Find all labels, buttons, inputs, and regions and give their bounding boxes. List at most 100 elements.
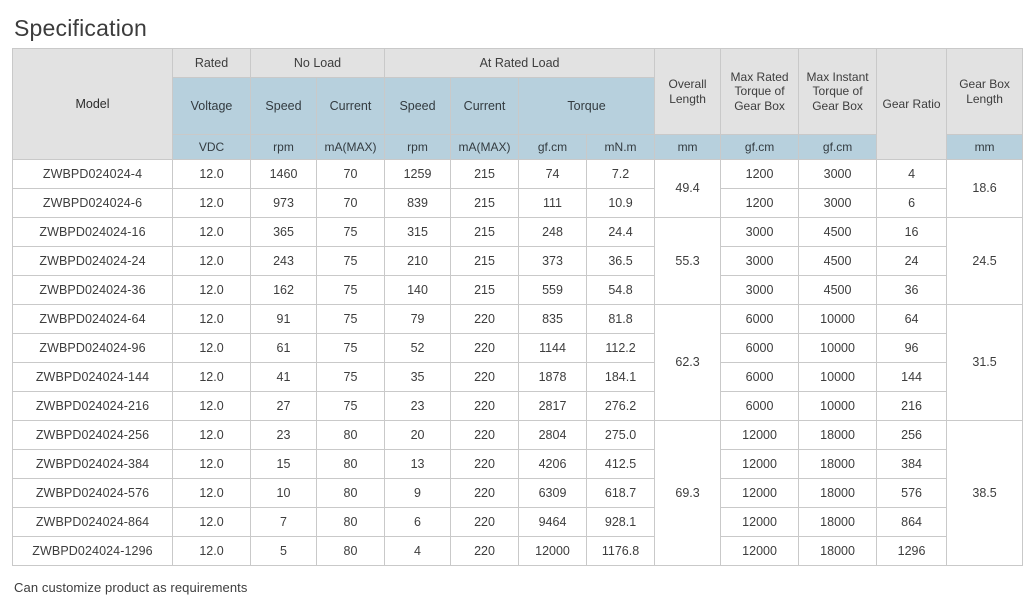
cell-rated-current: 215 (451, 218, 519, 247)
cell-no-load-current: 70 (317, 189, 385, 218)
cell-voltage: 12.0 (173, 334, 251, 363)
cell-max-instant-torque: 4500 (799, 276, 877, 305)
subheader-no-load-current: Current (317, 78, 385, 135)
cell-rated-speed: 20 (385, 421, 451, 450)
cell-voltage: 12.0 (173, 218, 251, 247)
cell-voltage: 12.0 (173, 160, 251, 189)
cell-rated-current: 215 (451, 160, 519, 189)
cell-model: ZWBPD024024-144 (13, 363, 173, 392)
cell-no-load-speed: 27 (251, 392, 317, 421)
cell-torque-gf: 1144 (519, 334, 587, 363)
cell-model: ZWBPD024024-864 (13, 508, 173, 537)
cell-gear-ratio: 864 (877, 508, 947, 537)
cell-no-load-current: 75 (317, 363, 385, 392)
cell-rated-speed: 4 (385, 537, 451, 566)
cell-overall-length: 69.3 (655, 421, 721, 566)
cell-rated-speed: 9 (385, 479, 451, 508)
cell-gear-ratio: 4 (877, 160, 947, 189)
cell-max-instant-torque: 18000 (799, 537, 877, 566)
unit-rated-speed: rpm (385, 135, 451, 160)
unit-overall-length: mm (655, 135, 721, 160)
cell-no-load-current: 80 (317, 479, 385, 508)
cell-model: ZWBPD024024-16 (13, 218, 173, 247)
cell-no-load-speed: 973 (251, 189, 317, 218)
table-row: ZWBPD024024-129612.05804220120001176.812… (13, 537, 1023, 566)
cell-torque-gf: 373 (519, 247, 587, 276)
cell-rated-current: 220 (451, 421, 519, 450)
cell-no-load-current: 80 (317, 537, 385, 566)
unit-no-load-current: mA(MAX) (317, 135, 385, 160)
cell-rated-current: 215 (451, 276, 519, 305)
cell-max-rated-torque: 1200 (721, 160, 799, 189)
unit-max-instant-torque: gf.cm (799, 135, 877, 160)
cell-max-rated-torque: 1200 (721, 189, 799, 218)
cell-torque-gf: 2804 (519, 421, 587, 450)
cell-gear-ratio: 64 (877, 305, 947, 334)
cell-no-load-current: 75 (317, 334, 385, 363)
cell-voltage: 12.0 (173, 276, 251, 305)
subheader-rated-current: Current (451, 78, 519, 135)
cell-torque-mn: 112.2 (587, 334, 655, 363)
subheader-rated-speed: Speed (385, 78, 451, 135)
table-row: ZWBPD024024-38412.01580132204206412.5120… (13, 450, 1023, 479)
cell-no-load-current: 80 (317, 450, 385, 479)
table-row: ZWBPD024024-612.09737083921511110.912003… (13, 189, 1023, 218)
cell-overall-length: 55.3 (655, 218, 721, 305)
header-gear-box-length: Gear Box Length (947, 49, 1023, 135)
table-row: ZWBPD024024-86412.078062209464928.112000… (13, 508, 1023, 537)
cell-max-rated-torque: 6000 (721, 392, 799, 421)
cell-rated-current: 215 (451, 189, 519, 218)
cell-torque-gf: 835 (519, 305, 587, 334)
subheader-torque: Torque (519, 78, 655, 135)
cell-no-load-current: 75 (317, 305, 385, 334)
cell-voltage: 12.0 (173, 508, 251, 537)
cell-torque-gf: 559 (519, 276, 587, 305)
cell-torque-mn: 184.1 (587, 363, 655, 392)
cell-max-rated-torque: 6000 (721, 305, 799, 334)
cell-no-load-speed: 23 (251, 421, 317, 450)
cell-max-instant-torque: 18000 (799, 479, 877, 508)
cell-gear-ratio: 24 (877, 247, 947, 276)
cell-max-rated-torque: 6000 (721, 334, 799, 363)
cell-rated-speed: 315 (385, 218, 451, 247)
cell-torque-mn: 10.9 (587, 189, 655, 218)
cell-rated-speed: 79 (385, 305, 451, 334)
cell-voltage: 12.0 (173, 363, 251, 392)
cell-gear-ratio: 216 (877, 392, 947, 421)
cell-model: ZWBPD024024-4 (13, 160, 173, 189)
cell-rated-speed: 35 (385, 363, 451, 392)
cell-max-rated-torque: 12000 (721, 479, 799, 508)
cell-no-load-current: 75 (317, 218, 385, 247)
cell-gear-box-length: 38.5 (947, 421, 1023, 566)
cell-no-load-current: 75 (317, 392, 385, 421)
cell-gear-ratio: 384 (877, 450, 947, 479)
specification-table: Model Rated No Load At Rated Load Overal… (12, 48, 1023, 566)
table-row: ZWBPD024024-2412.02437521021537336.53000… (13, 247, 1023, 276)
cell-max-rated-torque: 3000 (721, 276, 799, 305)
table-row: ZWBPD024024-14412.04175352201878184.1600… (13, 363, 1023, 392)
cell-torque-gf: 74 (519, 160, 587, 189)
cell-no-load-speed: 7 (251, 508, 317, 537)
cell-model: ZWBPD024024-36 (13, 276, 173, 305)
cell-model: ZWBPD024024-384 (13, 450, 173, 479)
cell-no-load-current: 70 (317, 160, 385, 189)
cell-gear-box-length: 24.5 (947, 218, 1023, 305)
cell-rated-speed: 52 (385, 334, 451, 363)
cell-model: ZWBPD024024-64 (13, 305, 173, 334)
cell-overall-length: 62.3 (655, 305, 721, 421)
cell-max-instant-torque: 10000 (799, 363, 877, 392)
cell-model: ZWBPD024024-96 (13, 334, 173, 363)
cell-voltage: 12.0 (173, 247, 251, 276)
table-row: ZWBPD024024-1612.03657531521524824.455.3… (13, 218, 1023, 247)
unit-gear-box-length: mm (947, 135, 1023, 160)
cell-max-rated-torque: 12000 (721, 450, 799, 479)
spec-table-container: Model Rated No Load At Rated Load Overal… (0, 43, 1024, 566)
cell-torque-gf: 111 (519, 189, 587, 218)
cell-max-rated-torque: 6000 (721, 363, 799, 392)
subheader-no-load-speed: Speed (251, 78, 317, 135)
cell-model: ZWBPD024024-216 (13, 392, 173, 421)
cell-max-instant-torque: 3000 (799, 160, 877, 189)
cell-voltage: 12.0 (173, 421, 251, 450)
cell-model: ZWBPD024024-6 (13, 189, 173, 218)
cell-voltage: 12.0 (173, 189, 251, 218)
